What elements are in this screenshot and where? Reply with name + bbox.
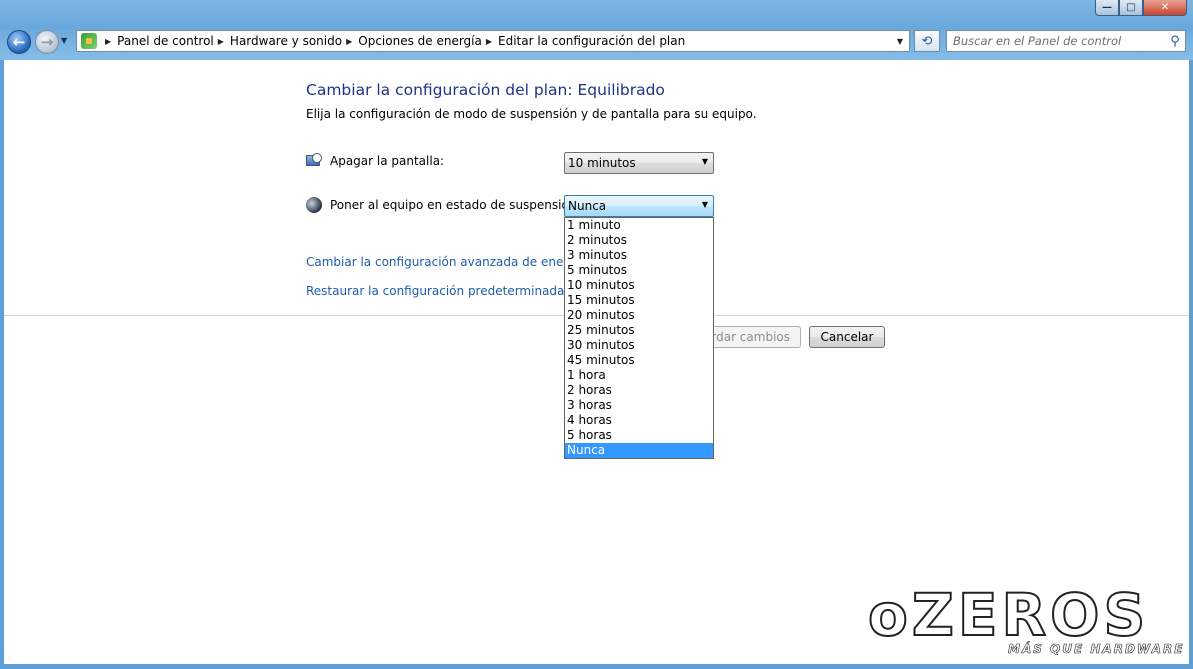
- sleep-options-list[interactable]: 1 minuto 2 minutos 3 minutos 5 minutos 10 mi…: [564, 217, 714, 459]
- breadcrumb-editar-plan[interactable]: Editar la configuración del plan: [498, 34, 685, 48]
- refresh-icon: ⟲: [921, 33, 933, 49]
- arrow-right-icon: →: [40, 33, 54, 51]
- sleep-option[interactable]: Nunca: [565, 443, 713, 458]
- arrow-left-icon: ←: [12, 33, 26, 51]
- sleep-label: Poner al equipo en estado de suspensión:: [330, 198, 581, 212]
- sleep-option[interactable]: 30 minutos: [565, 338, 713, 353]
- window-bottom-border: [0, 664, 1193, 669]
- display-timer-icon: [306, 153, 322, 169]
- chevron-down-icon: ▼: [896, 36, 904, 46]
- ozeros-watermark-logo: oZEROS MÁS QUE HARDWARE: [867, 581, 1188, 664]
- window-controls: — □ ✕: [1095, 0, 1187, 18]
- sleep-option[interactable]: 10 minutos: [565, 278, 713, 293]
- sleep-moon-icon: [306, 197, 322, 213]
- forward-button[interactable]: →: [35, 30, 59, 54]
- cancel-button[interactable]: Cancelar: [809, 326, 885, 348]
- minimize-button[interactable]: —: [1095, 0, 1119, 16]
- address-bar[interactable]: ▶ Panel de control ▶ Hardware y sonido ▶…: [76, 30, 910, 52]
- page-title: Cambiar la configuración del plan: Equil…: [306, 81, 665, 99]
- maximize-button[interactable]: □: [1119, 0, 1143, 16]
- sleep-option[interactable]: 3 minutos: [565, 248, 713, 263]
- chevron-down-icon: ▼: [701, 157, 708, 166]
- logo-tagline: MÁS QUE HARDWARE: [1008, 642, 1185, 657]
- advanced-settings-link[interactable]: Cambiar la configuración avanzada de ene…: [306, 255, 586, 269]
- sleep-option[interactable]: 2 minutos: [565, 233, 713, 248]
- chevron-right-icon[interactable]: ▶: [486, 37, 492, 46]
- sleep-option[interactable]: 1 minuto: [565, 218, 713, 233]
- chevron-right-icon[interactable]: ▶: [105, 37, 111, 46]
- sleep-option[interactable]: 1 hora: [565, 368, 713, 383]
- display-off-select[interactable]: 10 minutos ▼: [564, 152, 714, 174]
- sleep-option[interactable]: 3 horas: [565, 398, 713, 413]
- search-input[interactable]: [947, 34, 1165, 48]
- main-content: Cambiar la configuración del plan: Equil…: [4, 60, 1193, 664]
- sleep-select[interactable]: Nunca ▼: [564, 195, 714, 217]
- close-button[interactable]: ✕: [1143, 0, 1187, 16]
- chevron-down-icon: ▼: [701, 200, 708, 209]
- recent-pages-button[interactable]: ▼: [61, 36, 67, 45]
- address-history-button[interactable]: ▼: [891, 31, 909, 51]
- sleep-option[interactable]: 15 minutos: [565, 293, 713, 308]
- display-off-label: Apagar la pantalla:: [330, 154, 445, 168]
- window-titlebar: — □ ✕ ← → ▼ ▶ Panel de control ▶ Hardwar…: [0, 0, 1193, 60]
- chevron-right-icon[interactable]: ▶: [218, 37, 224, 46]
- search-box[interactable]: ⚲: [946, 30, 1186, 52]
- restore-defaults-link[interactable]: Restaurar la configuración predeterminad…: [306, 284, 605, 298]
- chevron-down-icon: ▼: [61, 36, 68, 45]
- breadcrumb-opciones-de-energia[interactable]: Opciones de energía: [358, 34, 482, 48]
- breadcrumb-hardware-y-sonido[interactable]: Hardware y sonido: [230, 34, 342, 48]
- sleep-option[interactable]: 45 minutos: [565, 353, 713, 368]
- search-icon[interactable]: ⚲: [1165, 34, 1185, 49]
- breadcrumb-panel-de-control[interactable]: Panel de control: [117, 34, 214, 48]
- sleep-option[interactable]: 5 minutos: [565, 263, 713, 278]
- sleep-option[interactable]: 20 minutos: [565, 308, 713, 323]
- page-description: Elija la configuración de modo de suspen…: [306, 107, 757, 121]
- sleep-value: Nunca: [568, 199, 607, 213]
- sleep-option[interactable]: 4 horas: [565, 413, 713, 428]
- sleep-option[interactable]: 2 horas: [565, 383, 713, 398]
- window-border: [1189, 60, 1193, 664]
- back-button[interactable]: ←: [7, 30, 31, 54]
- sleep-option[interactable]: 5 horas: [565, 428, 713, 443]
- sleep-option[interactable]: 25 minutos: [565, 323, 713, 338]
- logo-wordmark: oZEROS: [867, 581, 1150, 649]
- control-panel-icon: [81, 33, 97, 49]
- chevron-right-icon[interactable]: ▶: [346, 37, 352, 46]
- display-off-value: 10 minutos: [568, 156, 636, 170]
- refresh-button[interactable]: ⟲: [914, 30, 940, 52]
